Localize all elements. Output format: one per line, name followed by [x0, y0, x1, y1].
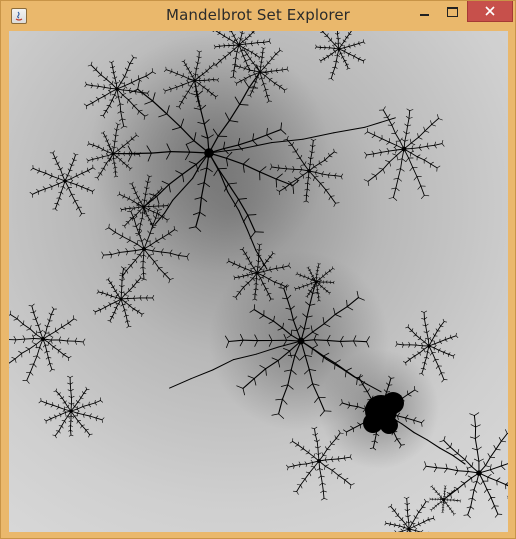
minimize-icon [419, 13, 429, 16]
fractal-canvas[interactable] [9, 31, 508, 532]
app-window: Mandelbrot Set Explorer [0, 0, 516, 539]
minimize-button[interactable] [410, 1, 438, 22]
maximize-icon [446, 6, 458, 17]
maximize-button[interactable] [438, 1, 466, 22]
mandelbrot-render [9, 31, 508, 532]
close-button[interactable] [467, 1, 513, 22]
close-icon [485, 6, 495, 16]
title-bar[interactable]: Mandelbrot Set Explorer [1, 1, 515, 31]
